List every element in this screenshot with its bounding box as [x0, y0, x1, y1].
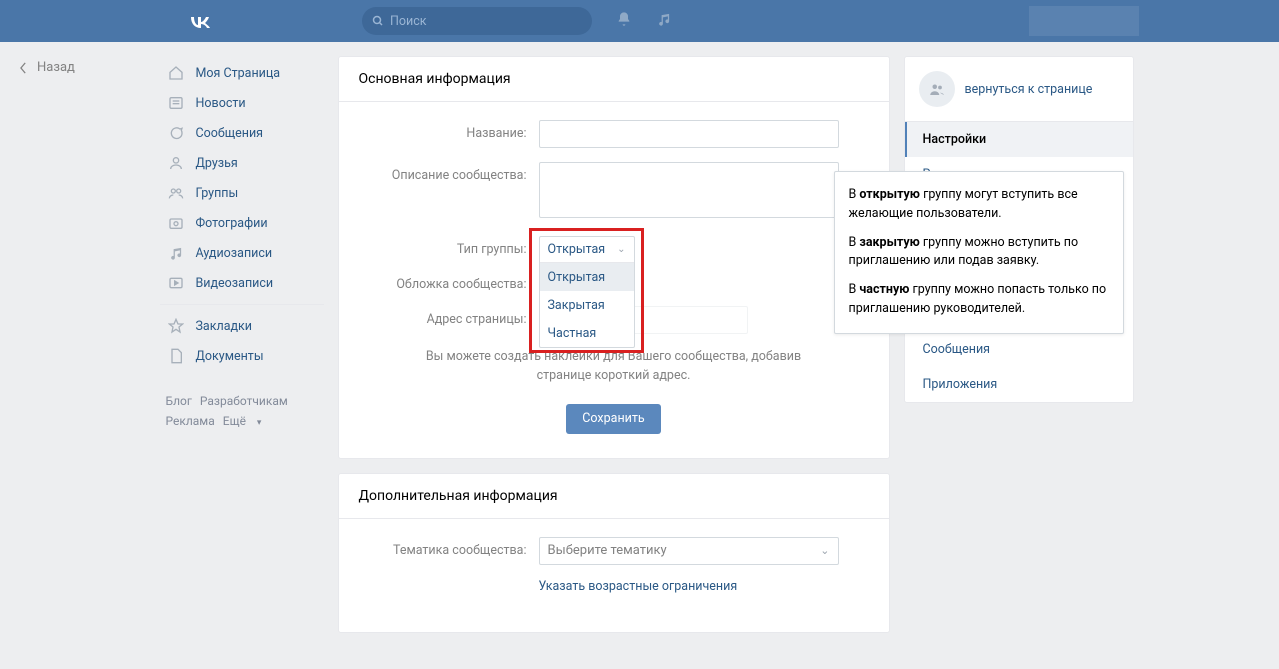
back-link[interactable]: Назад — [20, 60, 75, 75]
nav-label: Фотографии — [196, 216, 268, 231]
news-icon — [166, 93, 186, 113]
dropdown-option-private[interactable]: Частная — [540, 319, 634, 347]
nav-label: Документы — [196, 349, 264, 364]
nav-label: Моя Страница — [196, 66, 281, 81]
address-hint: Вы можете создать наклейки для Вашего со… — [359, 348, 869, 386]
audio-icon — [166, 243, 186, 263]
additional-info-panel: Дополнительная информация Тематика сообщ… — [338, 473, 890, 633]
label-name: Название: — [359, 120, 539, 141]
search-icon — [372, 15, 384, 27]
community-avatar — [919, 71, 955, 107]
dropdown-selected[interactable]: Открытая⌄ — [540, 237, 634, 263]
topic-select[interactable]: Выберите тематику⌄ — [539, 537, 839, 565]
description-input[interactable] — [539, 162, 839, 218]
home-icon — [166, 63, 186, 83]
dropdown-option-closed[interactable]: Закрытая — [540, 291, 634, 319]
nav-audio[interactable]: Аудиозаписи — [160, 238, 324, 268]
menu-apps[interactable]: Приложения — [905, 367, 1133, 402]
photo-icon — [166, 213, 186, 233]
nav-video[interactable]: Видеозаписи — [160, 268, 324, 298]
nav-friends[interactable]: Друзья — [160, 148, 324, 178]
footer-links: Блог Разработчикам Реклама Ещё ▾ — [160, 391, 324, 432]
nav-label: Закладки — [196, 319, 253, 334]
star-icon — [166, 316, 186, 336]
main-info-panel: Основная информация Название: Описание с… — [338, 56, 890, 459]
nav-label: Аудиозаписи — [196, 246, 273, 261]
label-desc: Описание сообщества: — [359, 162, 539, 183]
nav-label: Группы — [196, 186, 239, 201]
menu-settings[interactable]: Настройки — [905, 122, 1133, 157]
doc-icon — [166, 346, 186, 366]
nav-label: Новости — [196, 96, 246, 111]
footer-ads[interactable]: Реклама — [166, 414, 215, 428]
friend-icon — [166, 153, 186, 173]
type-tooltip: В открытую группу могут вступить все жел… — [834, 171, 1124, 334]
nav-label: Видеозаписи — [196, 276, 274, 291]
return-link[interactable]: вернуться к странице — [965, 82, 1093, 97]
music-icon[interactable] — [656, 12, 671, 31]
label-cover: Обложка сообщества: — [359, 271, 539, 292]
search-box[interactable] — [362, 7, 592, 35]
group-type-dropdown[interactable]: Открытая⌄ Открытая Закрытая Частная — [539, 236, 635, 348]
vk-logo[interactable] — [188, 9, 212, 33]
notifications-icon[interactable] — [616, 11, 632, 31]
label-topic: Тематика сообщества: — [359, 537, 539, 558]
nav-label: Сообщения — [196, 126, 264, 141]
back-label: Назад — [37, 60, 75, 75]
nav-separator — [160, 304, 324, 305]
nav-docs[interactable]: Документы — [160, 341, 324, 371]
group-icon — [166, 183, 186, 203]
nav-bookmarks[interactable]: Закладки — [160, 311, 324, 341]
nav-label: Друзья — [196, 156, 238, 171]
footer-more[interactable]: Ещё ▾ — [223, 414, 270, 428]
nav-my-page[interactable]: Моя Страница — [160, 58, 324, 88]
nav-news[interactable]: Новости — [160, 88, 324, 118]
footer-devs[interactable]: Разработчикам — [200, 394, 288, 408]
name-input[interactable] — [539, 120, 839, 148]
menu-messages[interactable]: Сообщения — [905, 332, 1133, 367]
top-bar — [0, 0, 1279, 42]
messages-icon — [166, 123, 186, 143]
save-button[interactable]: Сохранить — [566, 404, 660, 434]
left-nav: Моя Страница Новости Сообщения Друзья Гр… — [160, 56, 324, 647]
nav-messages[interactable]: Сообщения — [160, 118, 324, 148]
panel-title: Основная информация — [339, 57, 889, 102]
age-restriction-link[interactable]: Указать возрастные ограничения — [539, 579, 738, 594]
dropdown-option-open[interactable]: Открытая — [540, 263, 634, 291]
nav-groups[interactable]: Группы — [160, 178, 324, 208]
video-icon — [166, 273, 186, 293]
nav-photos[interactable]: Фотографии — [160, 208, 324, 238]
search-input[interactable] — [390, 14, 570, 29]
label-type: Тип группы: — [359, 236, 539, 257]
user-menu[interactable] — [1029, 6, 1139, 36]
right-head[interactable]: вернуться к странице — [905, 57, 1133, 122]
footer-blog[interactable]: Блог — [166, 394, 192, 408]
chevron-left-icon — [20, 62, 27, 74]
label-addr: Адрес страницы: — [359, 306, 539, 327]
panel-title: Дополнительная информация — [339, 474, 889, 519]
